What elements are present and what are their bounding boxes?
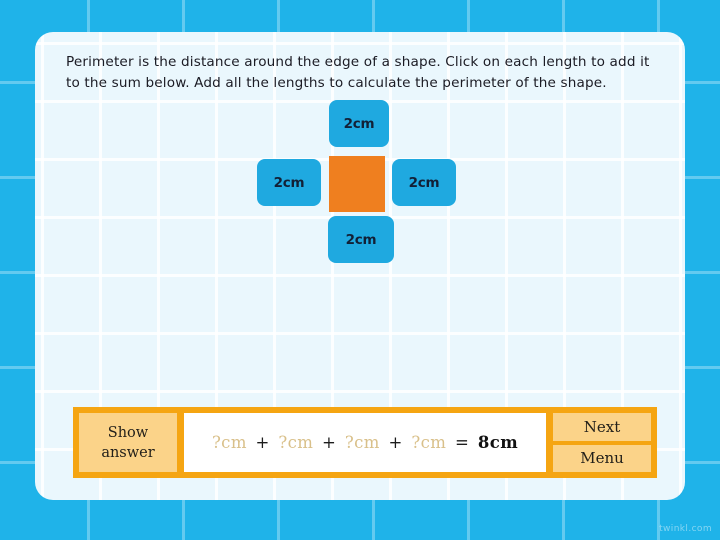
side-length-top[interactable]: 2cm bbox=[329, 100, 389, 147]
side-length-left[interactable]: 2cm bbox=[257, 159, 321, 206]
sum-operator-1: + bbox=[255, 433, 270, 452]
side-length-left-label: 2cm bbox=[273, 174, 305, 191]
sum-term-3: ?cm bbox=[344, 433, 380, 452]
nav-button-group: Next Menu bbox=[553, 413, 651, 472]
instructions-text: Perimeter is the distance around the edg… bbox=[66, 54, 650, 91]
sum-term-1: ?cm bbox=[211, 433, 247, 452]
control-bar: Show answer ?cm + ?cm + ?cm + ?cm = 8cm bbox=[73, 407, 657, 478]
activity-card: Perimeter is the distance around the edg… bbox=[35, 32, 685, 500]
next-button[interactable]: Next bbox=[553, 413, 651, 441]
side-length-bottom[interactable]: 2cm bbox=[328, 216, 394, 263]
watermark: twinkl.com bbox=[659, 524, 712, 534]
show-answer-line-2: answer bbox=[101, 444, 155, 461]
sum-operator-2: + bbox=[322, 433, 337, 452]
side-length-bottom-label: 2cm bbox=[345, 231, 377, 248]
side-length-top-label: 2cm bbox=[343, 115, 375, 132]
shape-square bbox=[329, 156, 385, 212]
show-answer-button[interactable]: Show answer bbox=[79, 413, 177, 472]
sum-equation: ?cm + ?cm + ?cm + ?cm = 8cm bbox=[212, 433, 518, 452]
menu-button[interactable]: Menu bbox=[553, 444, 651, 472]
menu-button-label: Menu bbox=[580, 449, 624, 468]
next-button-label: Next bbox=[583, 417, 621, 436]
shape-diagram: 2cm 2cm 2cm 2cm bbox=[35, 100, 685, 338]
side-length-right-label: 2cm bbox=[408, 174, 440, 191]
sum-term-4: ?cm bbox=[411, 433, 447, 452]
side-length-right[interactable]: 2cm bbox=[392, 159, 456, 206]
sum-result: 8cm bbox=[477, 433, 519, 452]
app-stage: Perimeter is the distance around the edg… bbox=[0, 0, 720, 540]
sum-operator-3: + bbox=[388, 433, 403, 452]
sum-equals-sign: = bbox=[454, 433, 470, 452]
sum-panel: ?cm + ?cm + ?cm + ?cm = 8cm bbox=[184, 413, 546, 472]
show-answer-line-1: Show bbox=[107, 424, 149, 441]
sum-term-2: ?cm bbox=[278, 433, 314, 452]
